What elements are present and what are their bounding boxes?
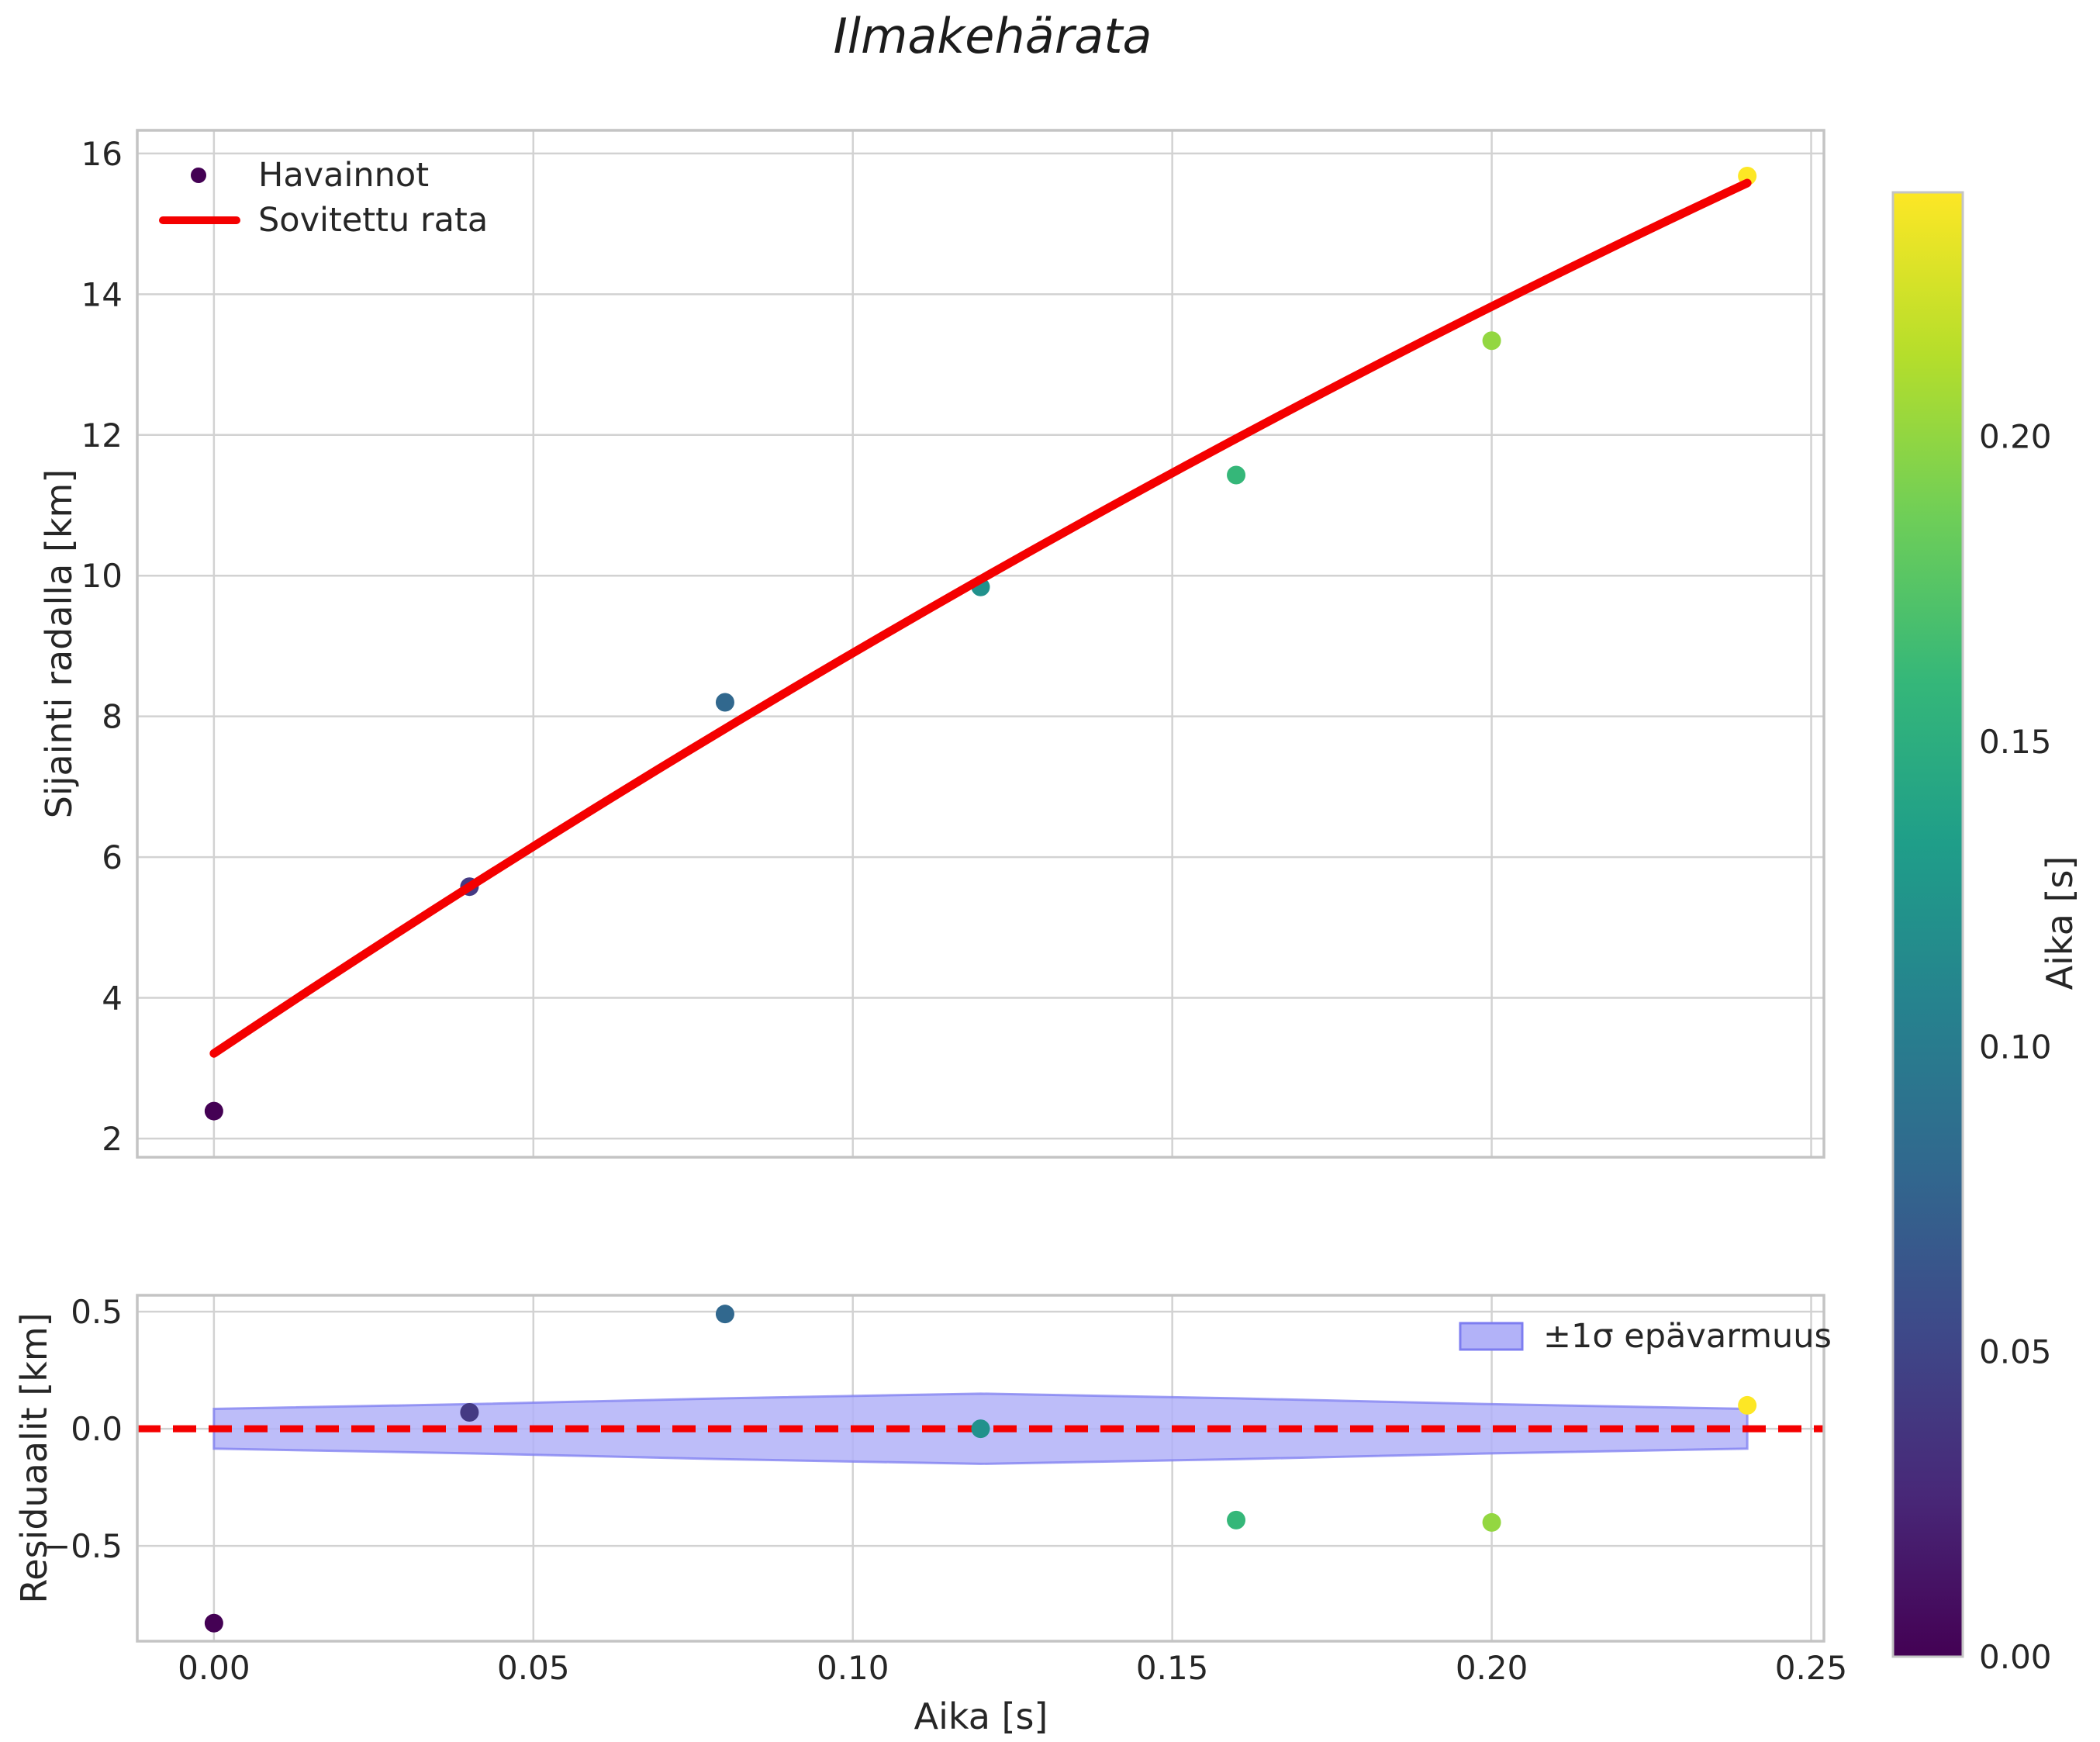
legend-band-swatch [1459, 1322, 1524, 1351]
colorbar-tick-label: 0.15 [1979, 723, 2052, 761]
main-y-tick-label: 4 [102, 980, 123, 1018]
main-y-tick-label: 14 [81, 275, 123, 313]
main-y-tick-label: 12 [81, 416, 123, 455]
residual-data-point [715, 1305, 734, 1324]
observation-data-point [1482, 331, 1501, 351]
x-tick-label: 0.20 [1456, 1649, 1528, 1687]
colorbar-gradient [1893, 192, 1963, 1657]
main-y-axis-label: Sijainti radalla [km] [38, 468, 80, 819]
residual-y-tick-label: 0.5 [71, 1293, 123, 1331]
chart-title: Ilmakehärata [833, 8, 1152, 64]
x-tick-label: 0.05 [497, 1649, 570, 1687]
main-y-tick-label: 10 [81, 557, 123, 595]
residual-y-tick-label: −0.5 [43, 1527, 123, 1565]
colorbar-label: Aika [s] [2039, 855, 2081, 990]
observation-data-point [715, 693, 734, 712]
residual-data-point [1738, 1395, 1757, 1415]
observation-data-point [1227, 465, 1246, 485]
main-y-tick-label: 2 [102, 1120, 123, 1158]
colorbar-tick-label: 0.00 [1979, 1638, 2052, 1676]
main-y-tick-label: 6 [102, 838, 123, 876]
colorbar-tick-label: 0.20 [1979, 418, 2052, 456]
legend-fit-label: Sovitettu rata [258, 201, 489, 240]
residual-data-point [971, 1419, 990, 1439]
main-y-tick-label: 8 [102, 698, 123, 736]
x-tick-label: 0.10 [817, 1649, 889, 1687]
observation-data-point [204, 1101, 223, 1121]
x-tick-label: 0.15 [1136, 1649, 1209, 1687]
x-tick-label: 0.00 [178, 1649, 250, 1687]
residual-data-point [1482, 1512, 1501, 1532]
residual-y-tick-label: 0.0 [71, 1410, 123, 1448]
main-y-tick-label: 16 [81, 135, 123, 173]
residual-data-point [460, 1402, 479, 1422]
legend-markers-layer [159, 168, 1524, 1351]
data-layer [137, 166, 1963, 1657]
figure-canvas: 2 4 6 8 10 12 14 16 0.5 0.0 −0.5 0.00 0.05 0.10 0.15 0.… [43, 129, 2052, 1687]
axes-frame [136, 129, 1825, 1159]
colorbar-tick-label: 0.10 [1979, 1028, 2052, 1066]
residual-data-point [204, 1613, 223, 1633]
residual-data-point [1227, 1510, 1246, 1529]
legend-band-label: ±1σ epävarmuus [1543, 1317, 1832, 1356]
legend-observations-label: Havainnot [258, 156, 430, 195]
residual-y-axis-label: Residuaalit [km] [13, 1312, 55, 1604]
legend-observations-marker [191, 168, 206, 183]
colorbar-tick-label: 0.05 [1979, 1333, 2052, 1371]
x-tick-label: 0.25 [1775, 1649, 1848, 1687]
fitted-trajectory-line [209, 178, 1752, 1058]
x-axis-label: Aika [s] [914, 1695, 1048, 1737]
